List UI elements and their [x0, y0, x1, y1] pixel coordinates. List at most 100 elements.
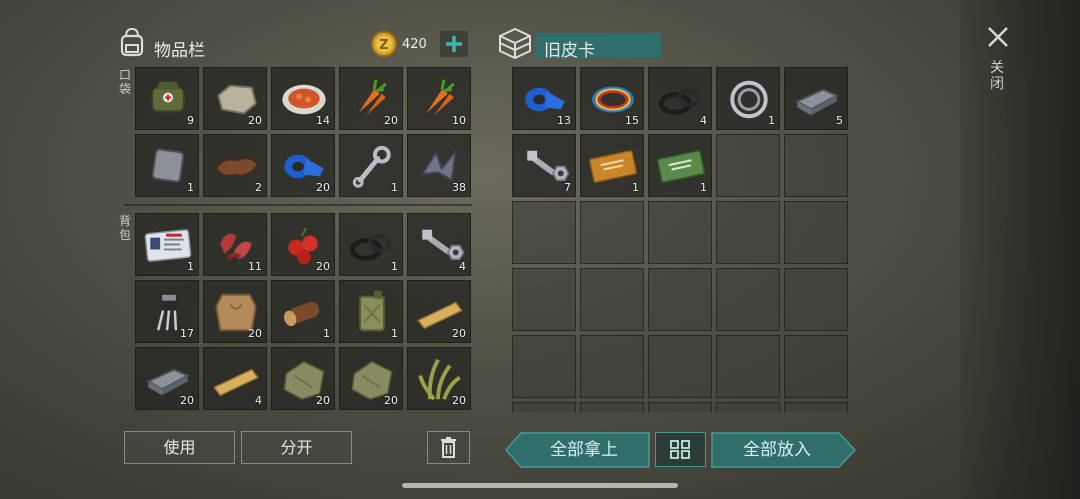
- item-slot[interactable]: 1: [648, 134, 712, 197]
- container-grid: 13 15 4 1 5 7 1 1: [512, 67, 848, 412]
- item-slot[interactable]: 1: [271, 280, 335, 343]
- item-slot[interactable]: 20: [203, 280, 267, 343]
- close-label: 关闭: [990, 60, 1004, 92]
- empty-slot[interactable]: [580, 268, 644, 331]
- item-count: 20: [452, 327, 466, 340]
- put-all-button[interactable]: 全部放入: [712, 433, 842, 467]
- item-count: 4: [700, 114, 707, 127]
- item-count: 20: [248, 114, 262, 127]
- item-slot[interactable]: 20: [271, 213, 335, 276]
- item-slot[interactable]: 20: [271, 134, 335, 197]
- empty-slot[interactable]: [784, 201, 848, 264]
- item-slot[interactable]: 20: [135, 347, 199, 410]
- empty-slot[interactable]: [648, 335, 712, 398]
- trash-icon: [441, 437, 456, 458]
- pockets-grid: 9 20 14 20 10 1 2 20 1 38: [135, 67, 471, 197]
- item-slot[interactable]: 5: [784, 67, 848, 130]
- empty-slot[interactable]: [512, 335, 576, 398]
- item-count: 15: [625, 114, 639, 127]
- right-shade: [960, 0, 1080, 499]
- item-slot[interactable]: 20: [339, 347, 403, 410]
- empty-slot[interactable]: [580, 335, 644, 398]
- item-slot[interactable]: 1: [135, 134, 199, 197]
- grid-icon: [670, 440, 690, 459]
- empty-slot[interactable]: [716, 268, 780, 331]
- item-slot[interactable]: 20: [339, 67, 403, 130]
- item-count: 1: [700, 181, 707, 194]
- item-count: 1: [187, 181, 194, 194]
- item-slot[interactable]: 1: [135, 213, 199, 276]
- item-slot[interactable]: 11: [203, 213, 267, 276]
- item-slot[interactable]: 1: [339, 213, 403, 276]
- item-slot[interactable]: 1: [339, 280, 403, 343]
- crate-icon: [499, 27, 531, 60]
- add-currency-button[interactable]: [440, 31, 468, 57]
- empty-slot[interactable]: [716, 402, 780, 412]
- backpack-label: 背包: [119, 214, 132, 242]
- empty-slot[interactable]: [784, 402, 848, 412]
- item-slot[interactable]: 1: [716, 67, 780, 130]
- take-all-button[interactable]: 全部拿上: [520, 433, 648, 467]
- empty-slot[interactable]: [716, 335, 780, 398]
- currency-amount: 420: [402, 37, 427, 52]
- item-slot[interactable]: 1: [339, 134, 403, 197]
- item-count: 20: [384, 114, 398, 127]
- empty-slot[interactable]: [784, 134, 848, 197]
- item-slot[interactable]: 20: [407, 347, 471, 410]
- item-count: 1: [632, 181, 639, 194]
- item-slot[interactable]: 1: [580, 134, 644, 197]
- item-count: 1: [391, 260, 398, 273]
- item-count: 9: [187, 114, 194, 127]
- empty-slot[interactable]: [580, 201, 644, 264]
- backpack-grid: 1 11 20 1 4 17 20 1 1 20 20 4 20 20 20: [135, 213, 471, 410]
- item-slot[interactable]: 4: [407, 213, 471, 276]
- empty-slot[interactable]: [512, 402, 576, 412]
- item-slot[interactable]: 20: [203, 67, 267, 130]
- item-count: 1: [391, 327, 398, 340]
- item-count: 5: [836, 114, 843, 127]
- use-button[interactable]: 使用: [124, 431, 235, 464]
- empty-slot[interactable]: [716, 201, 780, 264]
- item-slot[interactable]: 20: [407, 280, 471, 343]
- empty-slot[interactable]: [716, 134, 780, 197]
- empty-slot[interactable]: [648, 268, 712, 331]
- split-button[interactable]: 分开: [241, 431, 352, 464]
- item-slot[interactable]: 17: [135, 280, 199, 343]
- empty-slot[interactable]: [784, 335, 848, 398]
- item-count: 4: [459, 260, 466, 273]
- item-slot[interactable]: 14: [271, 67, 335, 130]
- item-slot[interactable]: 15: [580, 67, 644, 130]
- item-count: 1: [391, 181, 398, 194]
- empty-slot[interactable]: [512, 268, 576, 331]
- item-count: 20: [248, 327, 262, 340]
- empty-slot[interactable]: [512, 201, 576, 264]
- item-slot[interactable]: 20: [271, 347, 335, 410]
- item-count: 20: [384, 394, 398, 407]
- empty-slot[interactable]: [784, 268, 848, 331]
- item-slot[interactable]: 4: [648, 67, 712, 130]
- item-slot[interactable]: 2: [203, 134, 267, 197]
- item-count: 38: [452, 181, 466, 194]
- item-slot[interactable]: 9: [135, 67, 199, 130]
- item-slot[interactable]: 4: [203, 347, 267, 410]
- pockets-label: 口袋: [119, 68, 132, 96]
- item-count: 1: [187, 260, 194, 273]
- item-slot[interactable]: 10: [407, 67, 471, 130]
- close-icon: [988, 27, 1008, 47]
- empty-slot[interactable]: [648, 402, 712, 412]
- item-slot[interactable]: 13: [512, 67, 576, 130]
- item-count: 10: [452, 114, 466, 127]
- item-slot[interactable]: 7: [512, 134, 576, 197]
- coin-icon: Z: [371, 31, 397, 57]
- empty-slot[interactable]: [580, 402, 644, 412]
- close-button[interactable]: 关闭: [983, 22, 1013, 102]
- home-indicator: [402, 483, 678, 488]
- item-slot[interactable]: 38: [407, 134, 471, 197]
- layout-toggle-button[interactable]: [655, 432, 706, 467]
- container-title: 旧皮卡: [544, 41, 595, 61]
- discard-button[interactable]: [427, 431, 470, 464]
- item-count: 20: [452, 394, 466, 407]
- item-count: 20: [316, 181, 330, 194]
- empty-slot[interactable]: [648, 201, 712, 264]
- backpack-icon: [120, 27, 144, 57]
